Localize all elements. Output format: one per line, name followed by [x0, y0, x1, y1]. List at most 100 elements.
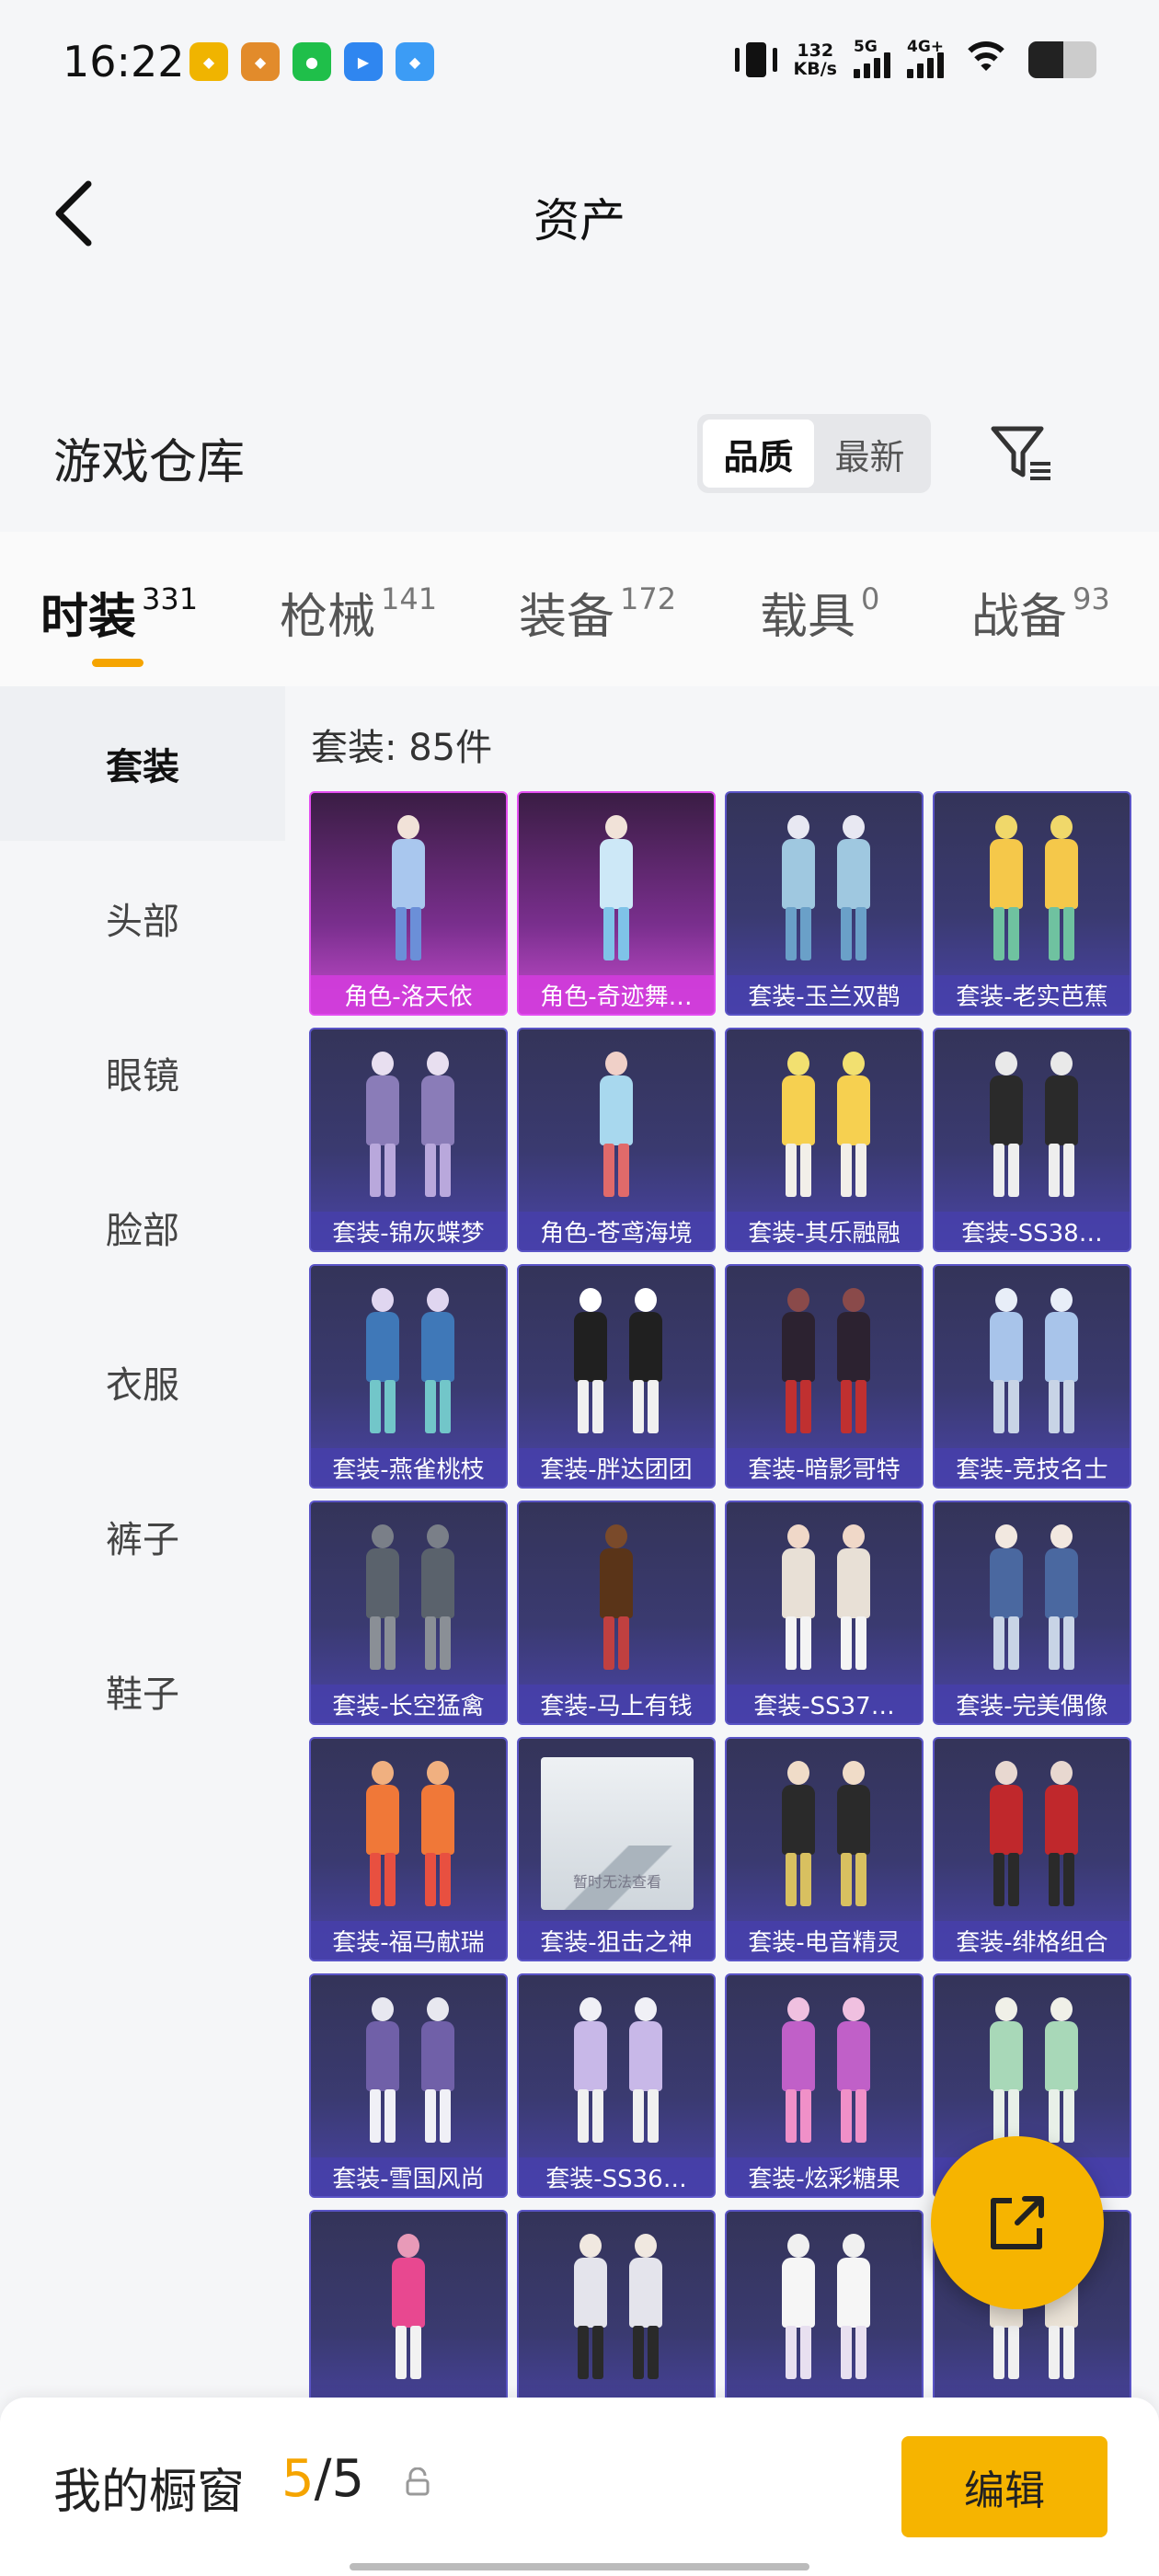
item-card[interactable]: 套装-炫彩糖果 [725, 1973, 924, 2198]
tab-vehicles[interactable]: 载具 0 [760, 578, 879, 647]
item-card[interactable]: 套装-竞技名士 [933, 1264, 1131, 1489]
outfit-figure [1041, 1521, 1082, 1677]
outfit-figure [778, 1757, 819, 1914]
item-card[interactable]: 套装-福马献瑞 [309, 1737, 508, 1961]
item-card[interactable]: 套装-燕雀桃枝 [309, 1264, 508, 1489]
edit-button[interactable]: 编辑 [901, 2436, 1107, 2537]
outfit-figure [388, 811, 429, 968]
outfit-figure [833, 1757, 874, 1914]
item-label: 套装-胖达团团 [519, 1448, 714, 1487]
outfit-figure [418, 1048, 458, 1204]
item-card[interactable]: 角色-奇迹舞… [517, 791, 716, 1016]
page-title: 资产 [534, 194, 625, 247]
network-speed: 132 KB/s [793, 40, 837, 79]
tab-fashion[interactable]: 时装 331 [40, 578, 198, 667]
vibrate-icon [734, 39, 777, 81]
sidebar-item-pants[interactable]: 裤子 [0, 1459, 285, 1614]
outfit-figure [778, 2230, 819, 2386]
item-card[interactable]: 套装-电音精灵 [725, 1737, 924, 1961]
item-card[interactable]: 套装-SS37… [725, 1501, 924, 1725]
outfit-figure [362, 1757, 403, 1914]
item-label: 角色-洛天依 [311, 975, 506, 1014]
filter-icon[interactable] [990, 421, 1054, 486]
item-card[interactable]: 角色-苍鸢海境 [517, 1028, 716, 1252]
item-label: 套装-暗影哥特 [727, 1448, 922, 1487]
sidebar-item-clothes[interactable]: 衣服 [0, 1305, 285, 1459]
signal-5g-icon: 5G [854, 38, 890, 78]
item-label: 套装-雪国风尚 [311, 2157, 506, 2196]
image-placeholder-icon: 暂时无法查看 [541, 1757, 694, 1910]
warehouse-section: 游戏仓库 品质 最新 [0, 350, 1159, 532]
app-header: 资产 [0, 120, 1159, 350]
item-card[interactable]: 套装-雪国风尚 [309, 1973, 508, 2198]
outfit-figure [570, 1284, 611, 1441]
sidebar-item-head[interactable]: 头部 [0, 841, 285, 995]
item-label: 角色-奇迹舞… [519, 975, 714, 1014]
item-label: 套装-SS37… [727, 1685, 922, 1723]
lock-icon [403, 2467, 432, 2497]
app-notification-icon: ◆ [396, 42, 434, 81]
outfit-figure [833, 811, 874, 968]
item-card[interactable]: 套装-SS36… [517, 1973, 716, 2198]
notification-icons: ◆ ◆ ● ▶ ◆ [189, 42, 434, 81]
home-indicator [350, 2563, 809, 2570]
outfit-figure [596, 1048, 637, 1204]
outfit-figure [418, 1757, 458, 1914]
sidebar-item-face[interactable]: 脸部 [0, 1150, 285, 1305]
item-card[interactable]: 套装-绯格组合 [933, 1737, 1131, 1961]
item-label: 套装-燕雀桃枝 [311, 1448, 506, 1487]
item-label: 套装-炫彩糖果 [727, 2157, 922, 2196]
status-bar: 16:22 ◆ ◆ ● ▶ ◆ 132 KB/s 5G 4G+ [0, 0, 1159, 120]
item-label: 套装-老实芭蕉 [935, 975, 1130, 1014]
outfit-figure [362, 1284, 403, 1441]
outfit-figure [778, 1994, 819, 2150]
outfit-figure [570, 2230, 611, 2386]
item-card[interactable]: 套装-其乐融融 [725, 1028, 924, 1252]
sidebar-item-glasses[interactable]: 眼镜 [0, 995, 285, 1150]
item-label: 套装-狙击之神 [519, 1921, 714, 1960]
outfit-figure [778, 1521, 819, 1677]
item-label: 套装-其乐融融 [727, 1212, 922, 1250]
outfit-figure [986, 811, 1027, 968]
item-label: 套装-长空猛禽 [311, 1685, 506, 1723]
outfit-figure [625, 2230, 666, 2386]
outfit-figure [362, 1048, 403, 1204]
item-card[interactable]: 套装-玉兰双鹊 [725, 791, 924, 1016]
app-notification-icon: ▶ [344, 42, 383, 81]
outfit-figure [1041, 1757, 1082, 1914]
outfit-figure [833, 2230, 874, 2386]
item-card[interactable]: 暂时无法查看套装-狙击之神 [517, 1737, 716, 1961]
item-label: 套装-竞技名士 [935, 1448, 1130, 1487]
item-card[interactable]: 套装-SS38… [933, 1028, 1131, 1252]
item-card[interactable]: 套装-长空猛禽 [309, 1501, 508, 1725]
item-card[interactable]: 套装-老实芭蕉 [933, 791, 1131, 1016]
item-card[interactable]: 角色-洛天依 [309, 791, 508, 1016]
tab-weapons[interactable]: 枪械 141 [280, 578, 437, 647]
showcase-count: 5/5 [281, 2449, 365, 2509]
wechat-icon: ● [293, 42, 331, 81]
item-label: 套装-福马献瑞 [311, 1921, 506, 1960]
item-card[interactable]: 套装-暗影哥特 [725, 1264, 924, 1489]
item-label: 套装-SS36… [519, 2157, 714, 2196]
sidebar-item-suit[interactable]: 套装 [0, 686, 285, 841]
sidebar-item-shoes[interactable]: 鞋子 [0, 1614, 285, 1768]
outfit-figure [418, 1284, 458, 1441]
item-label: 套装-锦灰蝶梦 [311, 1212, 506, 1250]
sort-quality-button[interactable]: 品质 [703, 420, 814, 488]
sort-latest-button[interactable]: 最新 [814, 420, 925, 488]
item-card[interactable]: 套装-胖达团团 [517, 1264, 716, 1489]
outfit-figure [986, 1048, 1027, 1204]
outfit-figure [1041, 1048, 1082, 1204]
share-external-icon[interactable] [931, 2136, 1104, 2309]
item-card[interactable]: 套装-锦灰蝶梦 [309, 1028, 508, 1252]
item-card[interactable]: 套装-完美偶像 [933, 1501, 1131, 1725]
outfit-figure [625, 1284, 666, 1441]
outfit-figure [833, 1994, 874, 2150]
item-card[interactable]: 套装-马上有钱 [517, 1501, 716, 1725]
tab-equipment[interactable]: 装备 172 [519, 578, 676, 647]
outfit-figure [1041, 1994, 1082, 2150]
outfit-figure [570, 1994, 611, 2150]
outfit-figure [596, 811, 637, 968]
tab-supplies[interactable]: 战备 93 [971, 578, 1110, 647]
outfit-figure [625, 1994, 666, 2150]
